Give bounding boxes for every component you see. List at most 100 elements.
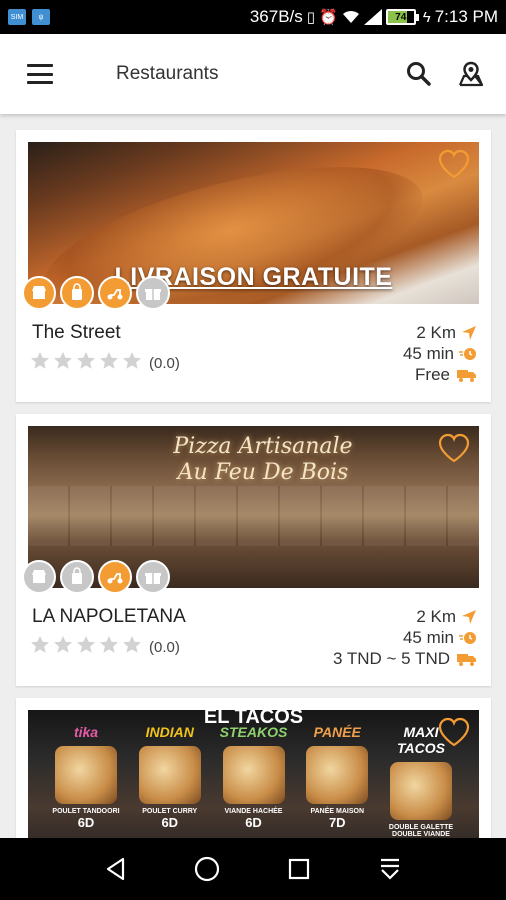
service-icons [22, 560, 170, 594]
tacos-photo [306, 746, 369, 804]
rating-value: (0.0) [149, 638, 180, 656]
restaurant-card[interactable]: EL TACOS tika POULET TANDOORI 6D INDIAN POUL… [16, 698, 491, 838]
notifications-button[interactable] [370, 849, 410, 889]
delivery-info: 2 Km 45 min Free [403, 322, 477, 385]
home-icon [195, 856, 220, 882]
star-icon [123, 352, 141, 369]
star-icon [77, 352, 95, 369]
favorite-heart-icon[interactable] [437, 716, 471, 748]
tacos-photo [138, 746, 201, 804]
restaurant-list[interactable]: LIVRAISON GRATUITE The Street (0.0) 2 Km… [0, 114, 506, 838]
fast-clock-icon [459, 631, 476, 644]
star-icon [31, 352, 49, 369]
wifi-icon [342, 10, 359, 23]
menu-item-desc: PANÉE MAISON [310, 808, 365, 815]
scooter-service-badge [98, 560, 132, 594]
star-icon [123, 636, 141, 653]
store-icon [32, 570, 46, 583]
navigation-arrow-icon [462, 609, 476, 624]
gift-icon [145, 289, 161, 300]
fast-clock-icon [459, 347, 476, 360]
menu-item-desc: POULET TANDOORI [52, 808, 120, 815]
battery-icon: 74 [385, 9, 419, 25]
star-icon [77, 636, 95, 653]
star-icon [54, 636, 72, 653]
menu-board-item: PANÉE PANÉE MAISON 7D [297, 724, 377, 838]
tacos-photo [390, 762, 452, 820]
sim-icon: SIM [8, 9, 26, 25]
usb-icon: ψ [32, 9, 50, 25]
navigation-arrow-icon [462, 325, 476, 340]
delivery-time: 45 min [402, 343, 454, 363]
menu-item-price: 6D [245, 815, 262, 830]
distance: 2 Km [416, 322, 456, 342]
menu-item-desc: VIANDE HACHÉE [224, 808, 283, 815]
storefront-sign: Pizza Artisanale Au Feu De Bois [98, 434, 428, 487]
app-bar: Restaurants [0, 34, 506, 114]
charging-icon: ϟ [422, 8, 431, 26]
restaurant-card[interactable]: LIVRAISON GRATUITE The Street (0.0) 2 Km… [16, 130, 491, 402]
home-button[interactable] [187, 849, 227, 889]
delivery-fee: Free [415, 364, 450, 384]
recents-icon [288, 858, 309, 880]
shopping-bag-icon [72, 567, 82, 584]
gift-service-badge [136, 276, 170, 310]
favorite-heart-icon[interactable] [437, 432, 471, 464]
map-button[interactable] [454, 57, 488, 91]
delivery-truck-icon [457, 653, 476, 666]
page-title: Restaurants [116, 63, 219, 84]
scooter-service-badge [98, 276, 132, 310]
store-service-badge [22, 276, 56, 310]
recents-button[interactable] [279, 849, 319, 889]
status-bar: SIM ψ 367B/s ▯ ⏰ 74 ϟ 7:13 PM [0, 0, 506, 34]
battery-level: 74 [395, 11, 407, 23]
distance: 2 Km [416, 606, 456, 626]
network-speed: 367B/s [249, 7, 303, 26]
service-icons [22, 276, 170, 310]
store-service-badge [22, 560, 56, 594]
search-icon [407, 62, 431, 86]
menu-item-name: STEAKOS [219, 724, 288, 740]
menu-button[interactable] [0, 34, 80, 114]
star-icon [100, 636, 118, 653]
menu-board-item: STEAKOS VIANDE HACHÉE 6D [214, 724, 294, 838]
menu-item-desc: POULET CURRY [142, 808, 198, 815]
shopping-bag-icon [72, 283, 82, 300]
tacos-photo [222, 746, 285, 804]
menu-item-name: PANÉE [313, 724, 361, 740]
vibrate-icon: ▯ [306, 9, 316, 26]
system-nav-bar [0, 838, 506, 900]
menu-board-item: INDIAN POULET CURRY 6D [130, 724, 210, 838]
store-icon [32, 286, 46, 299]
restaurant-image: EL TACOS tika POULET TANDOORI 6D INDIAN POUL… [28, 710, 479, 838]
star-icon [54, 352, 72, 369]
delivery-info: 2 Km 45 min 3 TND ~ 5 TND [333, 606, 477, 669]
shopping-bag-service-badge [60, 276, 94, 310]
back-button[interactable] [96, 849, 136, 889]
menu-item-name: INDIAN [145, 724, 194, 740]
menu-item-price: 6D [161, 815, 179, 830]
map-pin-icon [458, 61, 484, 87]
storefront-sign-line-1: Pizza Artisanale [173, 434, 353, 459]
restaurant-card[interactable]: Pizza Artisanale Au Feu De Bois LA NAPOL… [16, 414, 491, 686]
favorite-heart-icon[interactable] [437, 148, 471, 180]
menu-item-desc: DOUBLE GALETTE DOUBLE VIANDE [388, 824, 454, 838]
storefront-sign-line-2: Au Feu De Bois [177, 460, 349, 486]
menu-item-price: 7D [328, 815, 346, 830]
scooter-icon [107, 289, 123, 300]
menu-item-price: 6D [77, 815, 95, 830]
delivery-time: 45 min [402, 627, 454, 647]
menu-icon [27, 64, 53, 84]
search-button[interactable] [402, 57, 436, 91]
back-icon [106, 857, 124, 881]
signal-icon [363, 9, 382, 25]
rating-value: (0.0) [149, 354, 180, 372]
star-icon [100, 352, 118, 369]
menu-board: tika POULET TANDOORI 6D INDIAN POULET CURRY 6… [46, 724, 461, 838]
shopping-bag-service-badge [60, 560, 94, 594]
gift-icon [145, 573, 161, 584]
delivery-truck-icon [457, 369, 476, 382]
star-icon [31, 636, 49, 653]
gift-service-badge [136, 560, 170, 594]
notifications-pull-icon [381, 858, 400, 880]
